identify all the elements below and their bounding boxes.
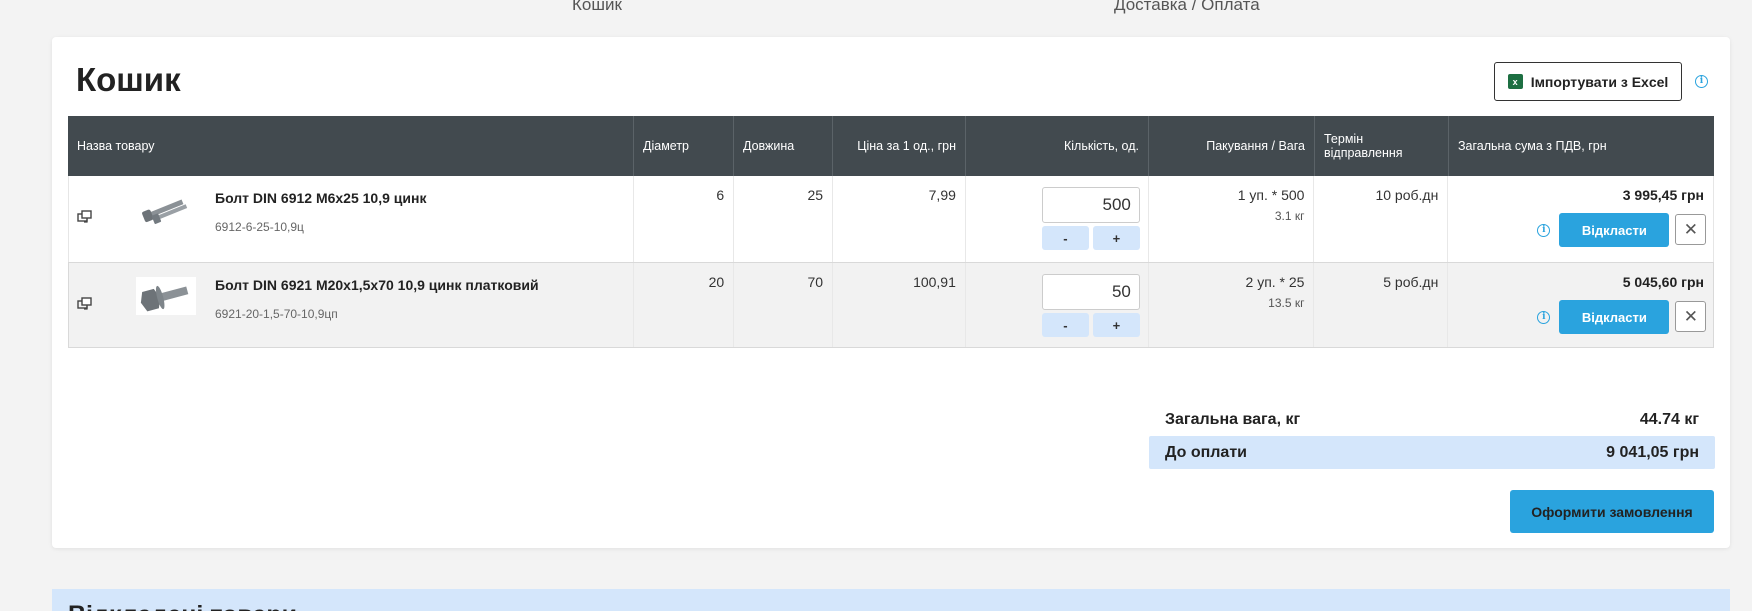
compare-icon[interactable] (77, 210, 93, 224)
item-term: 5 роб.дн (1314, 263, 1449, 347)
cart-table: Назва товару Діаметр Довжина Ціна за 1 о… (68, 116, 1714, 348)
qty-minus-button[interactable]: - (1041, 313, 1089, 337)
postpone-button[interactable]: Відкласти (1559, 213, 1670, 247)
close-icon[interactable]: ✕ (1675, 214, 1707, 245)
amount-due-value: 9 041,05 грн (1606, 443, 1699, 461)
amount-due-row: До оплати 9 041,05 грн (1149, 436, 1715, 469)
close-icon[interactable]: ✕ (1675, 301, 1707, 332)
item-total: 3 995,45 грн (1622, 187, 1704, 203)
product-image[interactable] (136, 190, 196, 228)
item-pack: 1 уп. * 500 (1237, 187, 1305, 203)
table-header: Назва товару Діаметр Довжина Ціна за 1 о… (68, 116, 1714, 176)
col-qty: Кількість, од. (966, 116, 1149, 176)
postponed-title: Відкладені товари (68, 601, 297, 611)
item-price: 100,91 (833, 263, 966, 347)
product-name[interactable]: Болт DIN 6921 M20x1,5x70 10,9 цинк платк… (215, 277, 539, 293)
item-term: 10 роб.дн (1314, 176, 1449, 262)
col-price: Ціна за 1 од., грн (833, 116, 966, 176)
item-weight: 13.5 кг (1268, 296, 1305, 310)
import-excel-button[interactable]: x Імпортувати з Excel (1494, 62, 1682, 101)
item-weight: 3.1 кг (1274, 209, 1305, 223)
col-pack: Пакування / Вага (1149, 116, 1315, 176)
page-title: Кошик (76, 61, 181, 98)
info-icon[interactable]: i (1537, 311, 1551, 324)
checkout-steps: Кошик Доставка / Оплата (0, 0, 1752, 22)
postponed-section: Відкладені товари (52, 589, 1730, 611)
product-name[interactable]: Болт DIN 6912 M6x25 10,9 цинк (215, 190, 426, 206)
table-row: Болт DIN 6921 M20x1,5x70 10,9 цинк платк… (68, 262, 1714, 348)
product-sku: 6921-20-1,5-70-10,9цп (215, 307, 338, 321)
excel-icon: x (1507, 74, 1523, 89)
info-icon[interactable]: i (1695, 75, 1708, 88)
qty-plus-button[interactable]: + (1092, 313, 1140, 337)
step-delivery-payment[interactable]: Доставка / Оплата (1114, 0, 1260, 15)
total-weight-value: 44.74 кг (1639, 410, 1699, 428)
item-length: 70 (734, 263, 834, 347)
step-cart[interactable]: Кошик (572, 0, 622, 15)
postpone-button[interactable]: Відкласти (1559, 300, 1670, 334)
col-diameter: Діаметр (634, 116, 734, 176)
col-term: Термін відправлення (1315, 116, 1449, 176)
qty-minus-button[interactable]: - (1041, 226, 1089, 250)
import-excel-label: Імпортувати з Excel (1530, 73, 1669, 90)
cart-card: Кошик x Імпортувати з Excel i Назва това… (52, 37, 1730, 548)
amount-due-label: До оплати (1165, 443, 1247, 461)
item-pack: 2 уп. * 25 (1245, 274, 1305, 290)
total-weight-label: Загальна вага, кг (1165, 410, 1301, 428)
item-total: 5 045,60 грн (1622, 274, 1704, 290)
item-price: 7,99 (833, 176, 966, 262)
col-name: Назва товару (68, 116, 634, 176)
col-total: Загальна сума з ПДВ, грн (1458, 139, 1607, 153)
item-diameter: 6 (634, 176, 735, 262)
item-length: 25 (734, 176, 834, 262)
product-image[interactable] (136, 277, 196, 315)
col-length: Довжина (734, 116, 833, 176)
compare-icon[interactable] (77, 297, 93, 311)
quantity-input[interactable] (1041, 274, 1140, 310)
item-diameter: 20 (634, 263, 735, 347)
info-icon[interactable]: i (1537, 224, 1551, 237)
quantity-input[interactable] (1041, 187, 1140, 223)
checkout-button[interactable]: Оформити замовлення (1510, 490, 1714, 533)
product-sku: 6912-6-25-10,9ц (215, 220, 304, 234)
total-weight-row: Загальна вага, кг 44.74 кг (1149, 403, 1715, 436)
qty-plus-button[interactable]: + (1092, 226, 1140, 250)
cart-summary: Загальна вага, кг 44.74 кг До оплати 9 0… (1149, 403, 1715, 469)
table-row: Болт DIN 6912 M6x25 10,9 цинк 6912-6-25-… (68, 176, 1714, 262)
